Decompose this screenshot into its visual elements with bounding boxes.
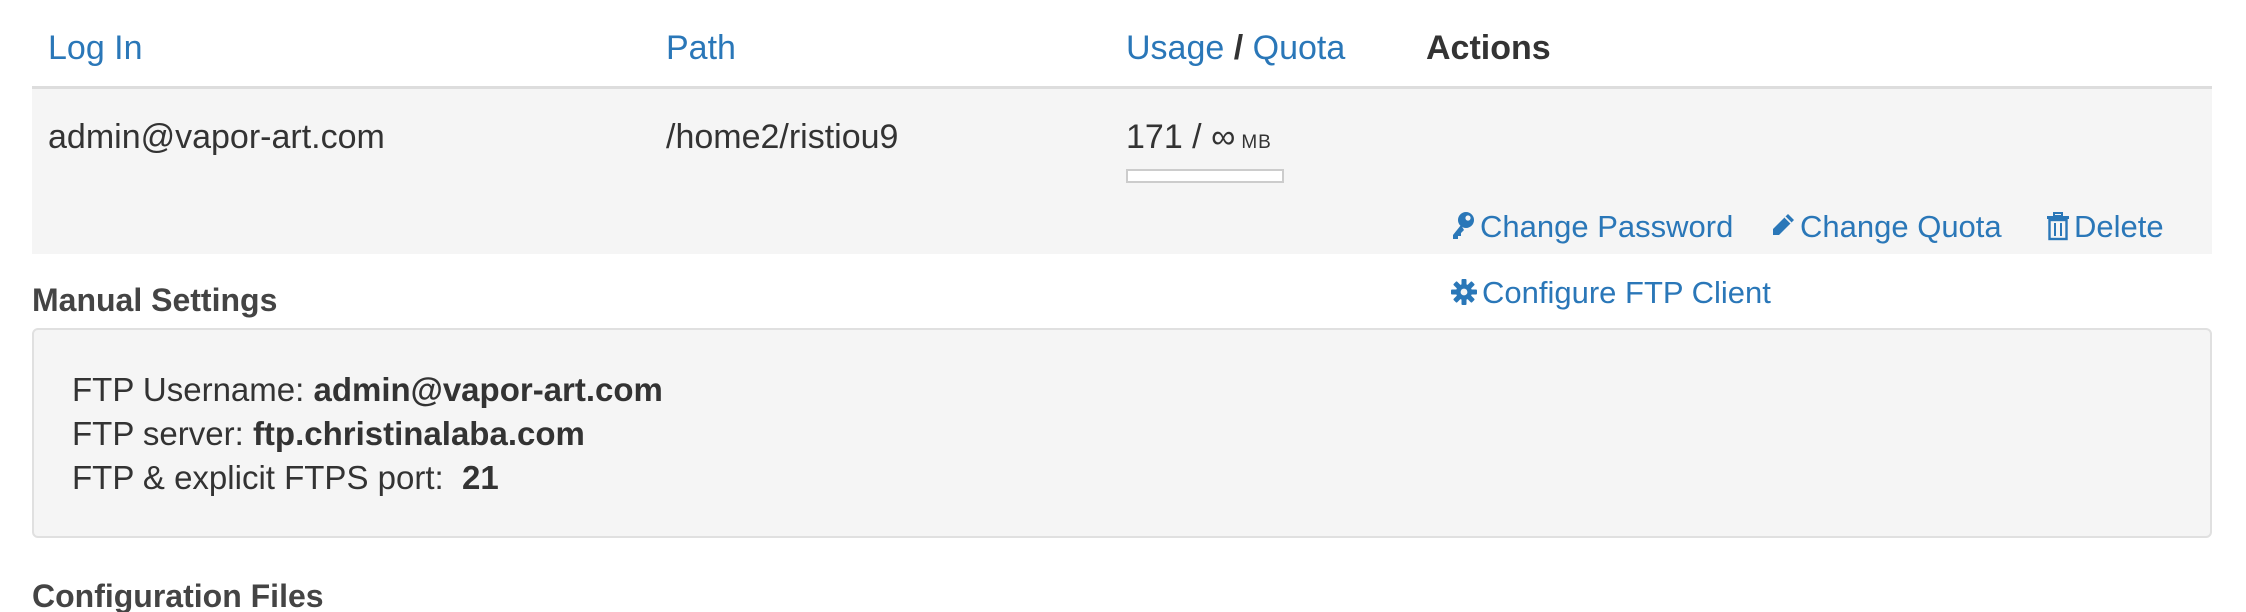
ftp-port-line: FTP & explicit FTPS port: 21 <box>72 456 499 500</box>
sort-login-link[interactable]: Log In <box>48 29 143 67</box>
gear-icon <box>1450 275 1478 319</box>
ftp-username-line: FTP Username: admin@vapor-art.com <box>72 368 663 412</box>
header-actions: Actions <box>1426 29 1551 67</box>
header-path[interactable]: Path <box>666 24 736 72</box>
delete-label: Delete <box>2074 209 2164 244</box>
header-login[interactable]: Log In <box>48 24 143 72</box>
change-password-button[interactable]: Change Password <box>1450 205 1733 253</box>
table-row: admin@vapor-art.com /home2/ristiou9 171 … <box>32 89 2212 310</box>
delete-button[interactable]: Delete <box>2046 205 2164 253</box>
sort-quota-link[interactable]: Quota <box>1253 29 1346 67</box>
ftp-username-value: admin@vapor-art.com <box>313 371 663 408</box>
key-icon <box>1450 209 1476 253</box>
sort-usage-link[interactable]: Usage <box>1126 29 1224 67</box>
configure-ftp-client-button[interactable]: Configure FTP Client <box>1450 271 1771 319</box>
configure-ftp-client-label: Configure FTP Client <box>1482 275 1771 310</box>
ftp-username-label: FTP Username: <box>72 371 305 408</box>
ftp-server-line: FTP server: ftp.christinalaba.com <box>72 412 585 456</box>
ftp-port-value: 21 <box>462 459 499 496</box>
ftp-port-label: FTP & explicit FTPS port: <box>72 459 444 496</box>
ftp-server-value: ftp.christinalaba.com <box>252 415 585 452</box>
account-usage: 171 / ∞ MB <box>1126 113 1272 167</box>
ftp-accounts-table: Log In Path Usage / Quota Actions admin@… <box>32 0 2212 310</box>
account-login: admin@vapor-art.com <box>48 118 385 156</box>
usage-progress-bar <box>1126 169 1284 183</box>
change-password-label: Change Password <box>1480 209 1734 244</box>
ftp-accounts-page: Log In Path Usage / Quota Actions admin@… <box>0 0 2246 612</box>
header-separator: / <box>1233 29 1244 67</box>
account-path: /home2/ristiou9 <box>666 118 899 156</box>
change-quota-button[interactable]: Change Quota <box>1770 205 2002 253</box>
trash-icon <box>2046 209 2070 253</box>
usage-value: 171 / ∞ <box>1126 118 1236 156</box>
manual-settings-heading: Manual Settings <box>32 282 278 318</box>
manual-settings-panel: FTP Username: admin@vapor-art.com FTP se… <box>32 328 2212 538</box>
header-usage-quota: Usage / Quota <box>1126 24 1345 72</box>
configuration-files-heading: Configuration Files <box>32 578 324 612</box>
sort-path-link[interactable]: Path <box>666 29 736 67</box>
table-header: Log In Path Usage / Quota Actions <box>32 0 2212 89</box>
usage-unit: MB <box>1241 132 1272 153</box>
ftp-server-label: FTP server: <box>72 415 244 452</box>
pencil-icon <box>1770 209 1796 253</box>
change-quota-label: Change Quota <box>1800 209 2002 244</box>
